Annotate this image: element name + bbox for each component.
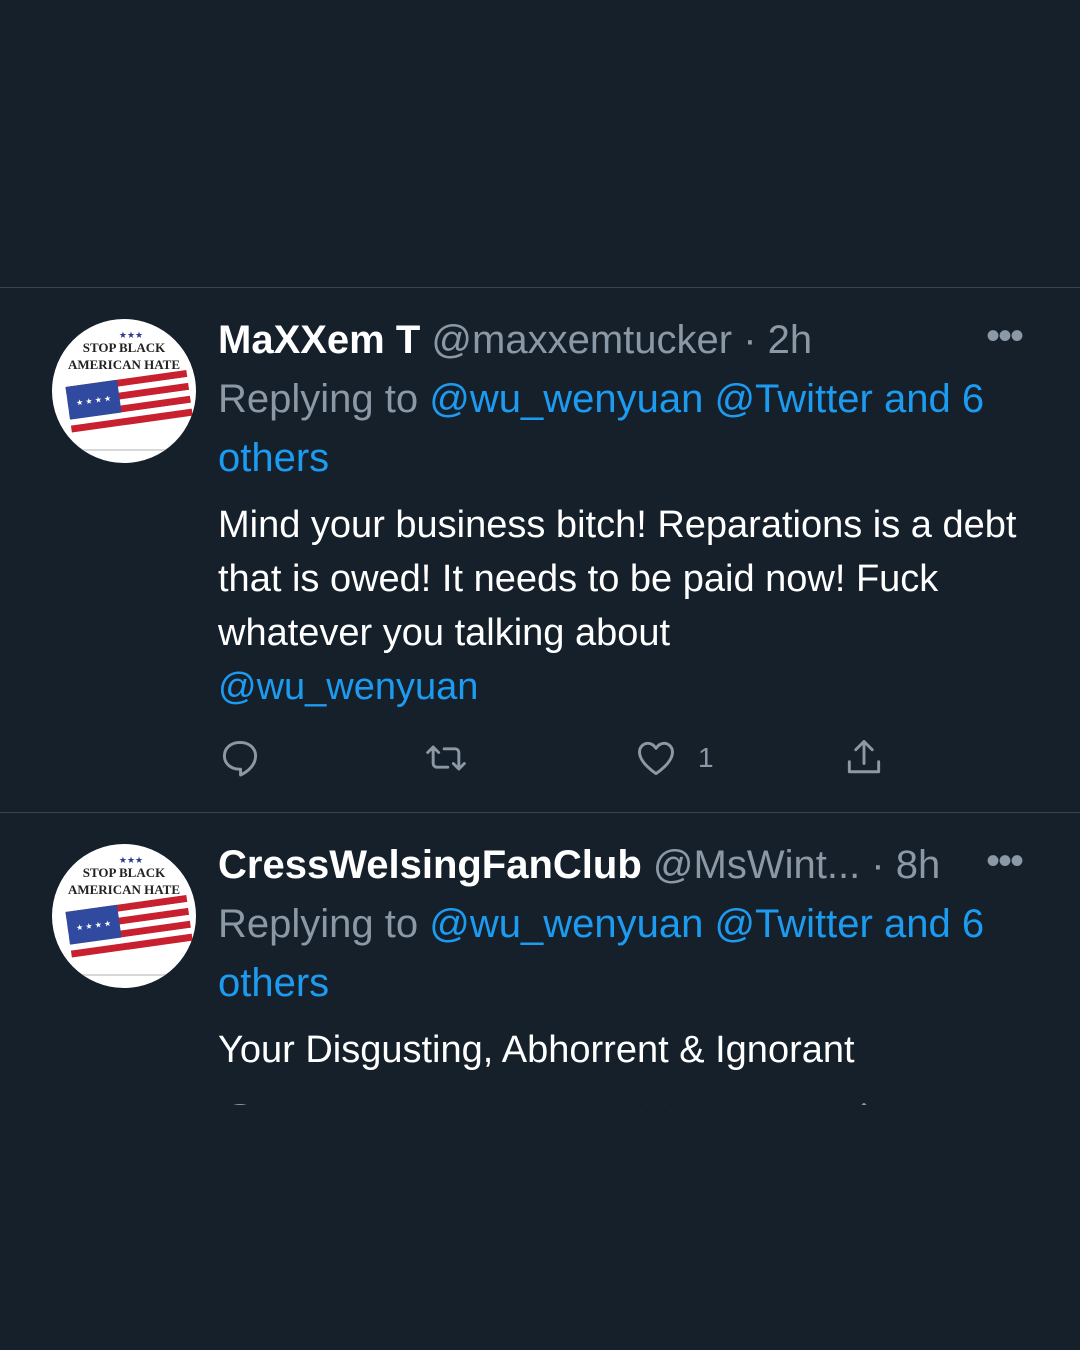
svg-text:AMERICAN HATE: AMERICAN HATE — [68, 357, 180, 372]
share-button[interactable] — [842, 733, 886, 783]
tweet-header: CressWelsingFanClub @MsWint... · 8h — [218, 841, 1030, 889]
user-handle[interactable]: @maxxemtucker — [431, 318, 732, 362]
replying-to: Replying to @wu_wenyuan @Twitter and 6 ot… — [218, 895, 1030, 1013]
replying-and[interactable]: and 6 — [873, 902, 984, 946]
stop-black-american-hate-logo: ★★★ STOP BLACK AMERICAN HATE ★ ★ ★ ★ — [65, 855, 193, 976]
stop-black-american-hate-logo: ★★★ STOP BLACK AMERICAN HATE ★ ★ ★ ★ — [65, 330, 193, 451]
display-name[interactable]: CressWelsingFanClub — [218, 843, 642, 887]
tweet[interactable]: ★★★ STOP BLACK AMERICAN HATE ★ ★ ★ ★ MaX… — [0, 288, 1080, 813]
like-button[interactable]: 6 — [634, 1096, 714, 1105]
replying-others[interactable]: others — [218, 961, 329, 1005]
retweet-icon — [424, 1099, 468, 1105]
more-icon[interactable]: ••• — [986, 841, 1024, 881]
svg-text:STOP BLACK: STOP BLACK — [83, 865, 166, 880]
like-button[interactable]: 1 — [634, 733, 714, 783]
tweet-actions: 6 — [218, 1096, 898, 1105]
svg-text:STOP BLACK: STOP BLACK — [83, 340, 166, 355]
separator: · — [860, 843, 896, 887]
svg-text:AMERICAN HATE: AMERICAN HATE — [68, 882, 180, 897]
svg-text:★★★: ★★★ — [119, 855, 143, 865]
reply-icon — [222, 740, 258, 777]
reply-icon — [233, 1103, 247, 1105]
tweet-text: Your Disgusting, Abhorrent & Ignorant — [218, 1023, 1030, 1077]
reply-button[interactable] — [218, 1096, 262, 1105]
retweet-button[interactable] — [424, 1096, 468, 1105]
replying-mentions[interactable]: @wu_wenyuan @Twitter — [429, 377, 873, 421]
share-icon — [847, 740, 881, 774]
avatar[interactable]: ★★★ STOP BLACK AMERICAN HATE ★ ★ ★ ★ — [52, 319, 196, 463]
svg-text:★★★: ★★★ — [119, 330, 143, 340]
replying-to-label: Replying to — [218, 902, 430, 946]
avatar[interactable]: ★★★ STOP BLACK AMERICAN HATE ★ ★ ★ ★ — [52, 844, 196, 988]
tweet[interactable]: ★★★ STOP BLACK AMERICAN HATE ★ ★ ★ ★ Cre… — [0, 813, 1080, 1105]
replying-to: Replying to @wu_wenyuan @Twitter and 6 ot… — [218, 370, 1030, 488]
timestamp[interactable]: 8h — [896, 843, 941, 887]
more-icon[interactable]: ••• — [986, 316, 1024, 356]
tweet-body: Your Disgusting, Abhorrent & Ignorant — [218, 1029, 855, 1071]
display-name[interactable]: MaXXem T — [218, 318, 420, 362]
retweet-button[interactable] — [424, 733, 468, 783]
tweet-mention[interactable]: @wu_wenyuan — [218, 666, 478, 708]
tweet-header: MaXXem T @maxxemtucker · 2h — [218, 316, 1030, 364]
replying-and[interactable]: and 6 — [873, 377, 984, 421]
timestamp[interactable]: 2h — [768, 318, 813, 362]
replying-to-label: Replying to — [218, 377, 430, 421]
replying-others[interactable]: others — [218, 436, 329, 480]
tweet-actions: 1 — [218, 733, 898, 783]
share-icon — [861, 1103, 867, 1105]
tweet-body: Mind your business bitch! Reparations is… — [218, 504, 1017, 654]
like-count: 1 — [698, 742, 714, 773]
tweet-text: Mind your business bitch! Reparations is… — [218, 498, 1030, 714]
reply-button[interactable] — [218, 733, 262, 783]
like-icon — [638, 741, 674, 776]
replying-mentions[interactable]: @wu_wenyuan @Twitter — [429, 902, 873, 946]
like-icon — [646, 1104, 666, 1105]
separator: · — [732, 318, 768, 362]
share-button[interactable] — [842, 1096, 886, 1105]
retweet-icon — [426, 745, 466, 771]
user-handle[interactable]: @MsWint... — [653, 843, 860, 887]
